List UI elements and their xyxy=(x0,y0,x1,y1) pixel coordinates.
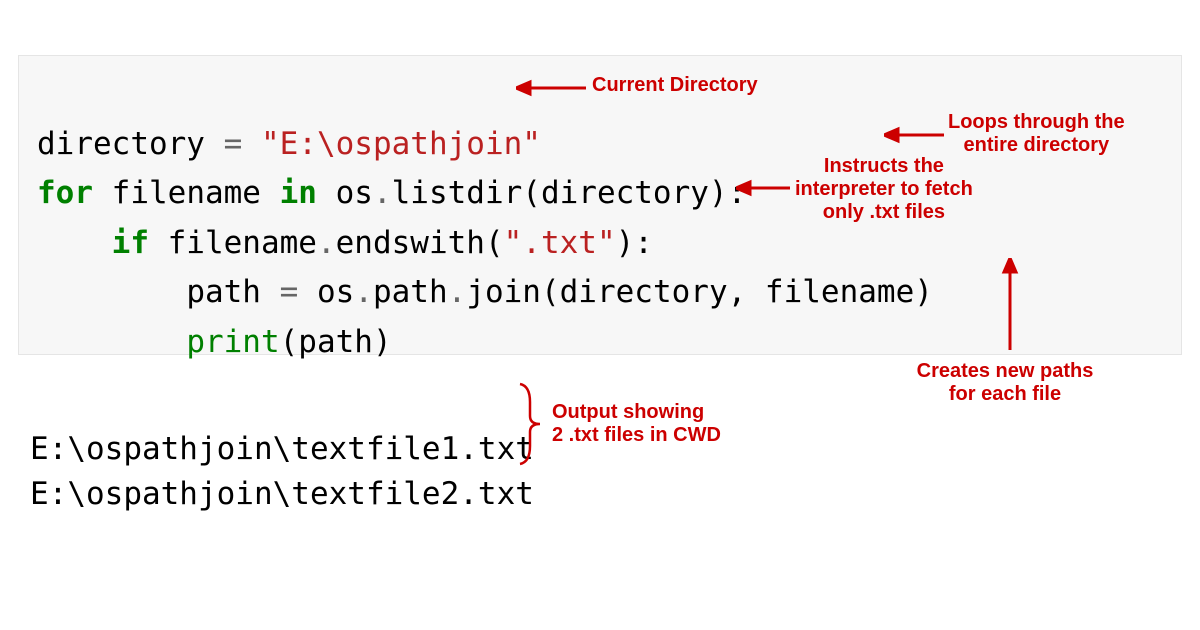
code-token: filename xyxy=(149,225,317,261)
arrow-current-directory-icon xyxy=(516,78,586,98)
code-operator: = xyxy=(280,274,299,310)
annotation-loop: Loops through theentire directory xyxy=(948,111,1125,157)
code-keyword: if xyxy=(112,225,149,261)
code-token: directory xyxy=(37,126,224,162)
output-line: E:\ospathjoin\textfile1.txt xyxy=(30,431,534,467)
arrow-loop-icon xyxy=(884,125,944,145)
code-string: "E:\ospathjoin" xyxy=(261,126,541,162)
code-operator: = xyxy=(224,126,243,162)
code-token: os xyxy=(298,274,354,310)
code-keyword: in xyxy=(280,175,317,211)
code-token: (path) xyxy=(280,324,392,360)
code-token: os xyxy=(317,175,373,211)
output-block: E:\ospathjoin\textfile1.txt E:\ospathjoi… xyxy=(30,382,534,517)
code-string: ".txt" xyxy=(504,225,616,261)
code-token: path xyxy=(373,274,448,310)
code-operator: . xyxy=(373,175,392,211)
code-indent xyxy=(37,274,186,310)
code-token: endswith( xyxy=(336,225,504,261)
code-token: join(directory, filename) xyxy=(466,274,933,310)
code-token xyxy=(242,126,261,162)
code-token: ): xyxy=(616,225,653,261)
code-operator: . xyxy=(354,274,373,310)
code-operator: . xyxy=(448,274,467,310)
annotation-output: Output showing2 .txt files in CWD xyxy=(552,401,721,447)
annotation-fetch: Instructs theinterpreter to fetchonly .t… xyxy=(795,155,973,224)
code-indent xyxy=(37,225,112,261)
arrow-newpaths-icon xyxy=(1000,258,1020,350)
arrow-fetch-icon xyxy=(736,178,790,198)
brace-output-icon xyxy=(516,382,544,466)
code-keyword: for xyxy=(37,175,93,211)
code-token: filename xyxy=(93,175,280,211)
code-operator: . xyxy=(317,225,336,261)
code-indent xyxy=(37,324,186,360)
code-builtin: print xyxy=(186,324,279,360)
code-token: path xyxy=(186,274,279,310)
output-line: E:\ospathjoin\textfile2.txt xyxy=(30,476,534,512)
annotation-newpaths: Creates new pathsfor each file xyxy=(880,360,1130,406)
code-token: listdir(directory): xyxy=(392,175,747,211)
annotation-current-directory: Current Directory xyxy=(592,74,758,97)
